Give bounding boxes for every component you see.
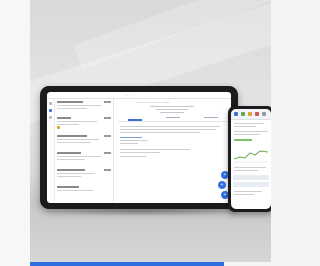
tablet-app-header: ·····: [47, 92, 231, 99]
detail-subtitle: [150, 106, 194, 107]
list-item-text: [57, 142, 91, 143]
tablet-screen: ····· ·········· ········ ·· ······· + +…: [47, 92, 231, 203]
phone-text: [234, 134, 260, 135]
detail-text: [120, 149, 190, 150]
tablet-app-title: ·····: [125, 93, 130, 97]
floating-action-button: +: [218, 181, 226, 189]
list-item: [57, 117, 111, 129]
list-item-meta: [104, 117, 111, 119]
list-item-text: [57, 105, 101, 106]
phone-text: [234, 123, 264, 124]
list-item-text: [57, 124, 79, 125]
tablet-nav-rail: [47, 99, 55, 203]
detail-title: ·········· ········ ·· ·······: [136, 101, 170, 105]
tablet-device: ····· ·········· ········ ·· ······· + +…: [40, 86, 238, 209]
accent-bar: [30, 262, 224, 266]
app-icon: [248, 112, 252, 116]
list-item-meta: [104, 135, 111, 137]
list-item-title: [57, 117, 71, 119]
list-item-meta: [104, 169, 111, 171]
tablet-detail-pane: ·········· ········ ·· ······· + + +: [114, 99, 231, 203]
list-item: [57, 186, 111, 198]
phone-text: [234, 170, 258, 171]
app-icon: [255, 112, 259, 116]
status-tag: [57, 126, 60, 129]
detail-text: [120, 152, 160, 153]
phone-text: [234, 191, 262, 192]
left-margin: [0, 0, 30, 266]
phone-screen: [231, 109, 271, 209]
app-icon: [234, 112, 238, 116]
nav-icon: [49, 116, 52, 119]
detail-text: [120, 132, 200, 133]
phone-app-header: [231, 109, 271, 120]
phone-highlight: [234, 139, 252, 141]
nav-icon: [49, 102, 52, 105]
detail-tab: [166, 117, 180, 118]
list-item-text: [57, 176, 81, 177]
list-item: [57, 152, 111, 164]
phone-text: [234, 131, 268, 132]
detail-text: [120, 143, 138, 144]
list-item-title: [57, 169, 85, 171]
detail-tabs: [118, 117, 227, 122]
list-item-title: [57, 101, 83, 103]
detail-text: [120, 140, 148, 141]
detail-subtitle: [156, 109, 188, 110]
list-item-text: [57, 159, 85, 160]
list-item: [57, 135, 111, 147]
list-item-text: [57, 139, 99, 140]
detail-subtitle: [160, 112, 184, 113]
detail-text: [120, 129, 216, 130]
app-icon: [241, 112, 245, 116]
list-item-text: [57, 173, 95, 174]
list-item: [57, 101, 111, 113]
phone-text: [234, 194, 254, 195]
detail-text: [120, 126, 220, 127]
app-icon: [262, 112, 266, 116]
detail-tab: [128, 119, 142, 121]
detail-tab: [204, 117, 218, 118]
phone-trend-graphic: [234, 150, 268, 163]
nav-icon: [49, 109, 52, 112]
phone-button: [233, 182, 269, 187]
phone-device: [228, 106, 271, 212]
list-item-text: [57, 190, 93, 191]
phone-text: [234, 167, 266, 168]
list-item-title: [57, 135, 87, 137]
list-item-meta: [104, 152, 111, 154]
list-item-title: [57, 152, 81, 154]
list-item-text: [57, 121, 97, 122]
product-photo: ····· ·········· ········ ·· ······· + +…: [30, 0, 271, 262]
list-item-text: [57, 108, 87, 109]
detail-text: [120, 156, 146, 157]
phone-button: [233, 175, 269, 180]
phone-text: [234, 126, 256, 127]
tablet-item-list: [55, 99, 114, 203]
list-item-meta: [104, 101, 111, 103]
list-item-title: [57, 186, 79, 188]
list-item-text: [57, 156, 101, 157]
list-item: [57, 169, 111, 181]
detail-text: [120, 137, 142, 138]
